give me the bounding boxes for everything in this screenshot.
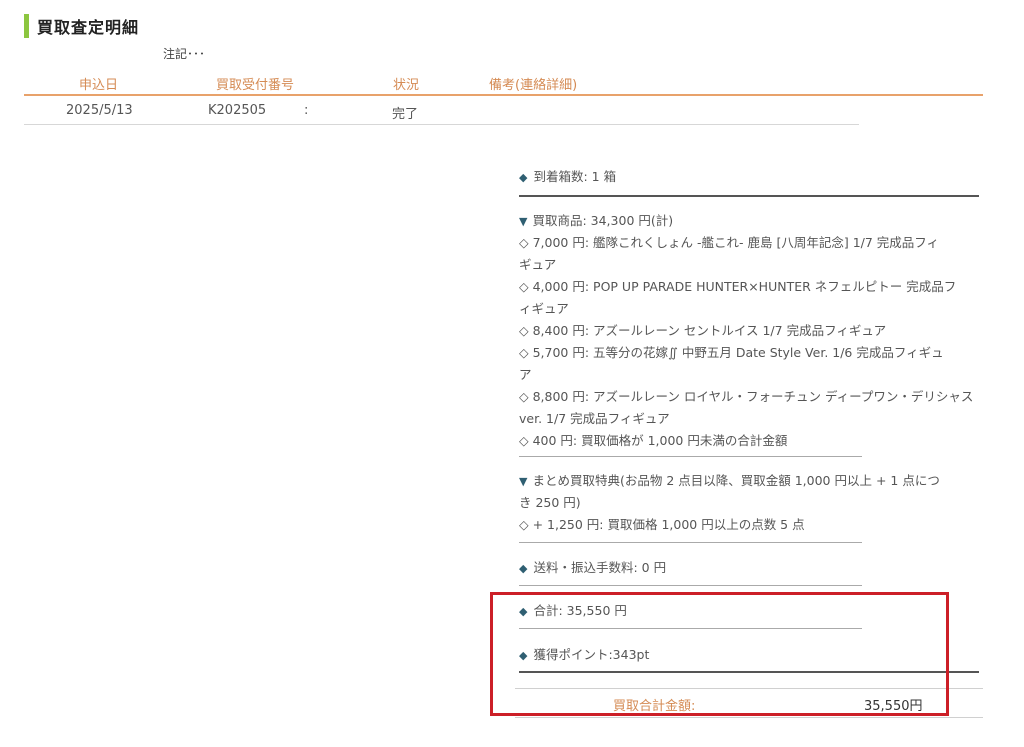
item-line: ◇ 8,800 円: アズールレーン ロイヤル・フォーチュン ディープワン・デリ… — [519, 389, 974, 404]
triangle-down-icon: ▼ — [519, 475, 528, 488]
divider — [519, 456, 862, 457]
item-line: ver. 1/7 完成品フィギュア — [519, 411, 670, 426]
triangle-down-icon: ▼ — [519, 215, 528, 228]
diamond-icon: ◆ — [519, 171, 528, 184]
fees-line: ◆ 送料・振込手数料: 0 円 — [519, 560, 667, 575]
divider — [519, 195, 979, 197]
bonus-item: ◇ + 1,250 円: 買取価格 1,000 円以上の点数 5 点 — [519, 517, 805, 532]
item-line: ギュア — [519, 257, 557, 272]
table-header: 申込日 買取受付番号 状況 備考(連絡詳細) — [24, 72, 983, 96]
boxes-line: ◆ 到着箱数: 1 箱 — [519, 169, 617, 184]
header-status: 状況 — [393, 78, 420, 93]
header-number: 買取受付番号 — [216, 78, 295, 93]
purchase-header: ▼ 買取商品: 34,300 円(計) — [519, 213, 674, 228]
divider — [519, 585, 862, 586]
table-row: 2025/5/13 K202505 : 完了 — [24, 97, 859, 125]
item-line: ア — [519, 367, 532, 382]
item-line: ィギュア — [519, 301, 569, 316]
item-line: ◇ 400 円: 買取価格が 1,000 円未満の合計金額 — [519, 433, 788, 448]
row-number: K202505 — [208, 103, 267, 118]
highlight-box — [490, 592, 949, 716]
row-number-suffix: : — [304, 103, 309, 118]
divider — [519, 542, 862, 543]
note-text: 注記･･･ — [163, 47, 206, 61]
item-line: ◇ 5,700 円: 五等分の花嫁∬ 中野五月 Date Style Ver. … — [519, 345, 944, 360]
diamond-icon: ◆ — [519, 562, 528, 575]
bonus-header-cont: き 250 円) — [519, 495, 581, 510]
bonus-header: ▼ まとめ買取特典(お品物 2 点目以降、買取金額 1,000 円以上 + 1 点… — [519, 473, 940, 488]
page-title: 買取査定明細 — [37, 18, 140, 37]
page-title-bar: 買取査定明細 — [24, 14, 139, 38]
header-remarks: 備考(連絡詳細) — [489, 78, 578, 93]
item-line: ◇ 8,400 円: アズールレーン セントルイス 1/7 完成品フィギュア — [519, 323, 887, 338]
row-status: 完了 — [392, 107, 419, 122]
row-date: 2025/5/13 — [66, 103, 133, 118]
item-line: ◇ 7,000 円: 艦隊これくしょん -艦これ- 鹿島 [八周年記念] 1/7… — [519, 235, 940, 250]
header-date: 申込日 — [79, 78, 119, 93]
item-line: ◇ 4,000 円: POP UP PARADE HUNTER×HUNTER ネ… — [519, 279, 957, 294]
